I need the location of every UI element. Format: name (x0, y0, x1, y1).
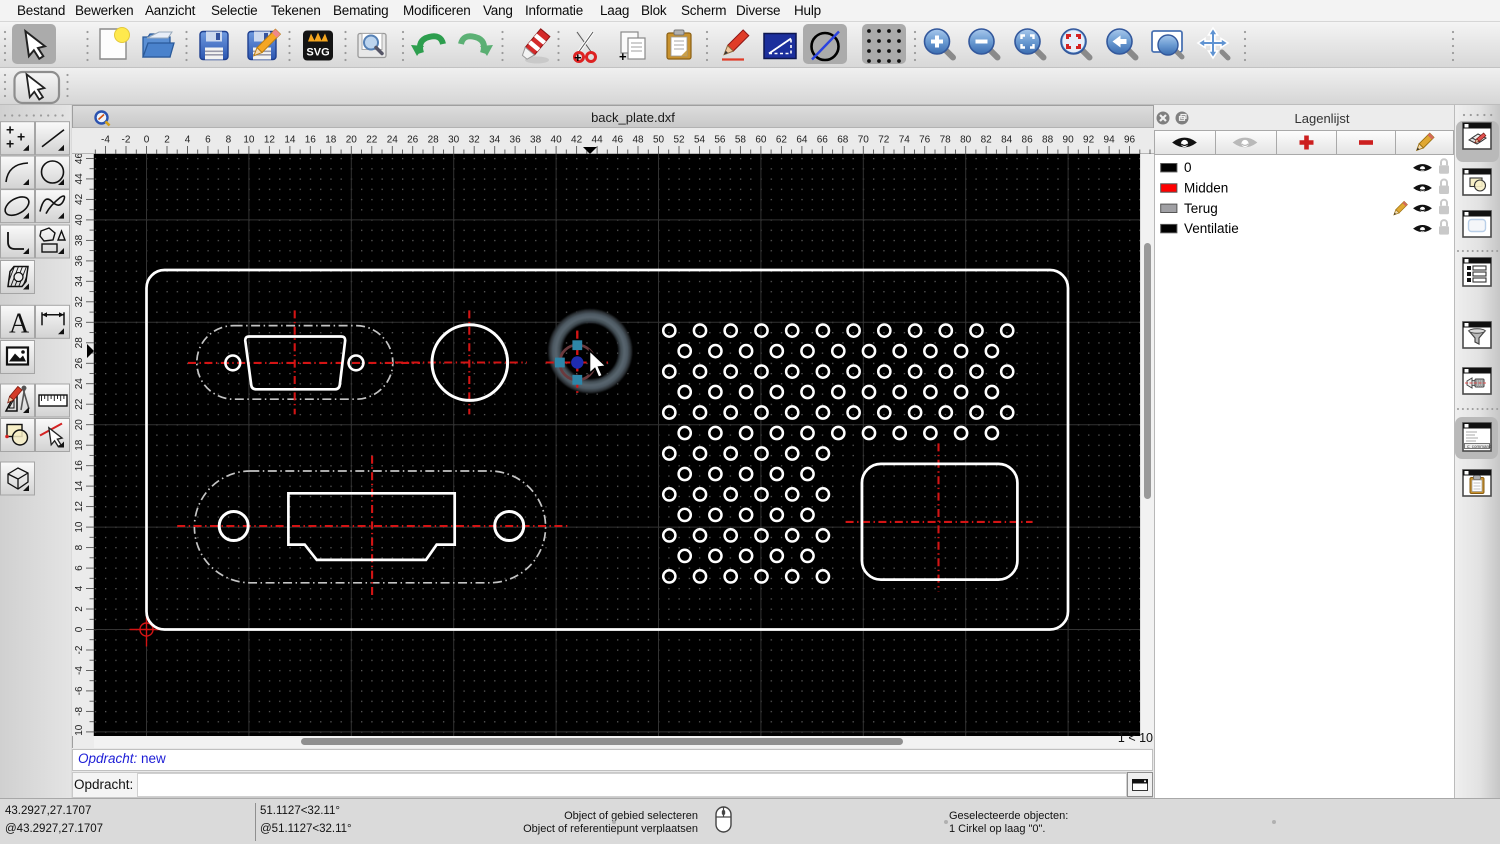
svg-text:18: 18 (325, 135, 337, 146)
svg-text:30: 30 (74, 316, 85, 328)
svg-text:88: 88 (1042, 135, 1054, 146)
svg-text:44: 44 (592, 135, 604, 146)
svg-text:74: 74 (899, 135, 911, 146)
svg-text:36: 36 (74, 255, 85, 267)
svg-text:76: 76 (919, 135, 931, 146)
svg-text:12: 12 (74, 501, 85, 513)
svg-text:2: 2 (164, 135, 170, 146)
svg-text:56: 56 (714, 135, 726, 146)
svg-text:-4: -4 (74, 666, 85, 675)
svg-text:34: 34 (489, 135, 501, 146)
svg-text:26: 26 (74, 357, 85, 369)
svg-text:-10: -10 (74, 724, 85, 736)
svg-text:0: 0 (74, 626, 85, 632)
svg-text:48: 48 (632, 135, 644, 146)
svg-text:Midden: Midden (1184, 181, 1228, 196)
svg-text:14: 14 (284, 135, 296, 146)
svg-text:94: 94 (1104, 135, 1116, 146)
svg-text:+: + (619, 49, 627, 64)
svg-text:90: 90 (1063, 135, 1075, 146)
svg-text:26: 26 (407, 135, 419, 146)
svg-text:78: 78 (940, 135, 952, 146)
svg-text:64: 64 (796, 135, 808, 146)
svg-text:10: 10 (243, 135, 255, 146)
svg-text:10: 10 (74, 521, 85, 533)
svg-text:30: 30 (448, 135, 460, 146)
svg-text:+: + (6, 136, 14, 152)
svg-text:+: + (574, 50, 582, 65)
svg-text:58: 58 (735, 135, 747, 146)
svg-text:40: 40 (74, 214, 85, 226)
svg-text:32: 32 (469, 135, 481, 146)
svg-text:36: 36 (510, 135, 522, 146)
svg-text:60: 60 (755, 135, 767, 146)
svg-text:80: 80 (960, 135, 972, 146)
svg-text:8: 8 (74, 544, 85, 550)
svg-text:Ventilatie: Ventilatie (1184, 221, 1239, 236)
svg-text:14: 14 (74, 480, 85, 492)
svg-text:46: 46 (74, 154, 85, 164)
svg-text:92: 92 (1083, 135, 1095, 146)
svg-text:20: 20 (346, 135, 358, 146)
svg-text:6: 6 (205, 135, 211, 146)
svg-text:18: 18 (74, 439, 85, 451)
svg-text:c: command: c: command (1467, 444, 1492, 449)
svg-text:28: 28 (74, 337, 85, 349)
svg-text:38: 38 (74, 234, 85, 246)
svg-text:-4: -4 (101, 135, 110, 146)
svg-text:72: 72 (878, 135, 890, 146)
svg-text:0: 0 (144, 135, 150, 146)
svg-text:2: 2 (74, 606, 85, 612)
svg-text:+: + (17, 129, 25, 145)
svg-text:24: 24 (387, 135, 399, 146)
svg-text:6: 6 (74, 565, 85, 571)
svg-text:-8: -8 (74, 707, 85, 716)
svg-text:-2: -2 (74, 645, 85, 654)
svg-text:38: 38 (530, 135, 542, 146)
svg-text:96: 96 (1124, 135, 1136, 146)
svg-text:A: A (9, 308, 30, 339)
svg-text:40: 40 (551, 135, 563, 146)
svg-text:8: 8 (226, 135, 232, 146)
svg-text:20: 20 (74, 419, 85, 431)
svg-text:-6: -6 (74, 686, 85, 695)
svg-text:16: 16 (74, 460, 85, 472)
svg-text:52: 52 (673, 135, 685, 146)
svg-text:24: 24 (74, 378, 85, 390)
svg-text:SVG: SVG (306, 47, 329, 59)
svg-text:42: 42 (571, 135, 583, 146)
svg-text:0: 0 (1184, 160, 1192, 175)
svg-text:66: 66 (817, 135, 829, 146)
svg-text:62: 62 (776, 135, 788, 146)
svg-text:22: 22 (366, 135, 378, 146)
svg-text:4: 4 (185, 135, 191, 146)
svg-text:-2: -2 (122, 135, 131, 146)
svg-text:28: 28 (428, 135, 440, 146)
svg-text:84: 84 (1001, 135, 1013, 146)
svg-text:46: 46 (612, 135, 624, 146)
svg-text:34: 34 (74, 275, 85, 287)
svg-text:42: 42 (74, 193, 85, 205)
svg-text:86: 86 (1022, 135, 1034, 146)
svg-text:44: 44 (74, 173, 85, 185)
svg-text:12: 12 (264, 135, 276, 146)
svg-text:22: 22 (74, 398, 85, 410)
svg-text:70: 70 (858, 135, 870, 146)
svg-text:16: 16 (305, 135, 317, 146)
svg-text:68: 68 (837, 135, 849, 146)
svg-text:4: 4 (74, 585, 85, 591)
svg-text:54: 54 (694, 135, 706, 146)
svg-text:32: 32 (74, 296, 85, 308)
svg-text:82: 82 (981, 135, 993, 146)
svg-text:50: 50 (653, 135, 665, 146)
svg-text:Terug: Terug (1184, 201, 1218, 216)
